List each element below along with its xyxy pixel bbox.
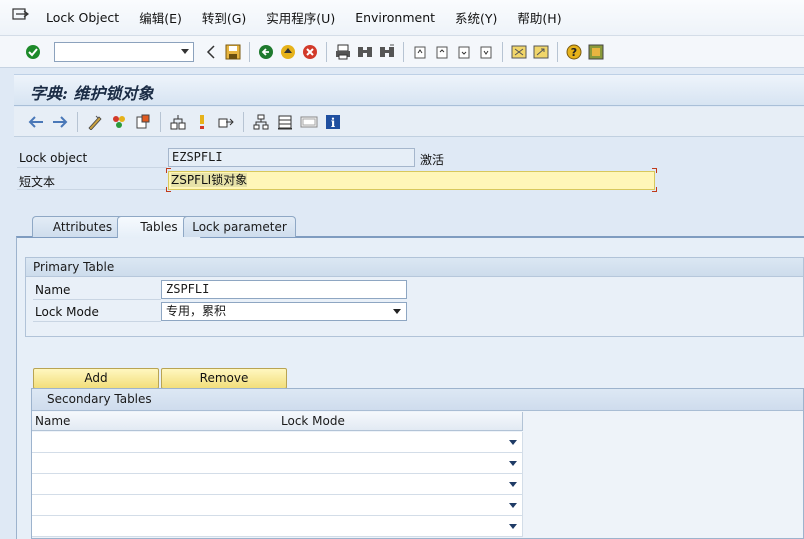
table-icon[interactable] bbox=[276, 113, 294, 131]
object-list-icon[interactable] bbox=[193, 113, 211, 131]
menu-utilities[interactable]: 实用程序(U) bbox=[260, 8, 341, 27]
next-object-icon[interactable] bbox=[51, 113, 69, 131]
toolbar-separator bbox=[557, 41, 558, 62]
field-focus-corner bbox=[166, 168, 171, 173]
menu-environment[interactable]: Environment bbox=[349, 10, 441, 25]
table-cell-lock-mode[interactable] bbox=[278, 516, 523, 537]
system-menu-icon[interactable] bbox=[12, 7, 34, 23]
save-icon[interactable] bbox=[224, 43, 242, 61]
command-field[interactable] bbox=[54, 41, 194, 62]
chevron-down-icon[interactable] bbox=[509, 524, 517, 529]
menu-help[interactable]: 帮助(H) bbox=[511, 8, 567, 27]
previous-object-icon[interactable] bbox=[27, 113, 45, 131]
application-toolbar: i bbox=[14, 107, 804, 137]
table-cell-lock-mode[interactable] bbox=[278, 474, 523, 495]
lock-object-field[interactable]: EZSPFLI bbox=[168, 148, 415, 167]
chevron-down-icon[interactable] bbox=[509, 482, 517, 487]
menu-lock-object[interactable]: Lock Object bbox=[40, 10, 125, 25]
row-divider bbox=[17, 167, 167, 168]
table-cell-lock-mode[interactable] bbox=[278, 453, 523, 474]
check-icon[interactable] bbox=[110, 113, 128, 131]
toolbar-separator bbox=[243, 111, 244, 132]
menu-bar: Lock Object 编辑(E) 转到(G) 实用程序(U) Environm… bbox=[0, 0, 804, 36]
menu-goto[interactable]: 转到(G) bbox=[196, 8, 252, 27]
toolbar-separator bbox=[77, 111, 78, 132]
shortcut-icon[interactable] bbox=[532, 43, 550, 61]
table-title: Secondary Tables bbox=[32, 389, 803, 411]
table-cell-name[interactable] bbox=[32, 474, 279, 495]
navigation-icon[interactable] bbox=[217, 113, 235, 131]
field-focus-corner bbox=[652, 187, 657, 192]
short-text-label: 短文本 bbox=[19, 175, 56, 189]
toolbar-separator bbox=[249, 41, 250, 62]
row-divider bbox=[33, 321, 161, 322]
chevron-down-icon[interactable] bbox=[393, 309, 401, 314]
field-focus-corner bbox=[652, 168, 657, 173]
first-page-icon[interactable] bbox=[411, 43, 429, 61]
status-text: 激活 bbox=[420, 153, 445, 167]
lock-mode-label: Lock Mode bbox=[35, 305, 99, 319]
chevron-down-icon[interactable] bbox=[509, 440, 517, 445]
toolbar-separator bbox=[326, 41, 327, 62]
cancel-icon[interactable] bbox=[301, 43, 319, 61]
activate-icon[interactable] bbox=[134, 113, 152, 131]
primary-table-name-field[interactable]: ZSPFLI bbox=[161, 280, 407, 299]
hierarchy-icon[interactable] bbox=[252, 113, 270, 131]
next-page-icon[interactable] bbox=[455, 43, 473, 61]
svg-text:?: ? bbox=[571, 46, 577, 59]
column-header-lock-mode[interactable]: Lock Mode bbox=[278, 412, 523, 431]
print-icon[interactable] bbox=[334, 43, 352, 61]
new-session-icon[interactable] bbox=[510, 43, 528, 61]
page-title: 字典: 维护锁对象 bbox=[30, 84, 154, 103]
find-icon[interactable] bbox=[356, 43, 374, 61]
add-button[interactable]: Add bbox=[33, 368, 159, 389]
frame-icon[interactable] bbox=[300, 113, 318, 131]
short-text-field[interactable]: ZSPFLI锁对象 bbox=[168, 171, 655, 190]
short-text-value: ZSPFLI锁对象 bbox=[171, 173, 248, 187]
tab-lock-parameter[interactable]: Lock parameter bbox=[183, 216, 296, 237]
display-change-icon[interactable] bbox=[86, 113, 104, 131]
toolbar-separator bbox=[403, 41, 404, 62]
column-header-name[interactable]: Name bbox=[32, 412, 279, 431]
chevron-down-icon[interactable] bbox=[509, 461, 517, 466]
menu-edit[interactable]: 编辑(E) bbox=[133, 8, 188, 27]
row-divider bbox=[17, 189, 167, 190]
svg-text:i: i bbox=[331, 116, 336, 130]
table-cell-name[interactable] bbox=[32, 432, 279, 453]
command-dropdown-icon[interactable] bbox=[181, 48, 189, 54]
exit-icon[interactable] bbox=[279, 43, 297, 61]
lock-object-label: Lock object bbox=[19, 151, 88, 165]
chevron-down-icon[interactable] bbox=[509, 503, 517, 508]
where-used-icon[interactable] bbox=[169, 113, 187, 131]
primary-table-group: Primary Table bbox=[25, 257, 804, 337]
group-title: Primary Table bbox=[26, 258, 803, 277]
customize-icon[interactable] bbox=[587, 43, 605, 61]
table-cell-lock-mode[interactable] bbox=[278, 495, 523, 516]
help-icon[interactable]: ? bbox=[565, 43, 583, 61]
last-page-icon[interactable] bbox=[477, 43, 495, 61]
toolbar-separator bbox=[160, 111, 161, 132]
back-icon[interactable] bbox=[202, 43, 220, 61]
row-divider bbox=[33, 299, 161, 300]
lock-mode-select[interactable]: 专用，累积 bbox=[161, 302, 407, 321]
info-icon[interactable]: i bbox=[324, 113, 342, 131]
remove-button[interactable]: Remove bbox=[161, 368, 287, 389]
table-cell-lock-mode[interactable] bbox=[278, 432, 523, 453]
menu-system[interactable]: 系统(Y) bbox=[449, 8, 503, 27]
table-cell-name[interactable] bbox=[32, 453, 279, 474]
title-bar: 字典: 维护锁对象 bbox=[14, 74, 804, 106]
field-focus-corner bbox=[166, 187, 171, 192]
enter-icon[interactable] bbox=[24, 43, 42, 61]
standard-toolbar: ? bbox=[0, 36, 804, 68]
find-next-icon[interactable] bbox=[378, 43, 396, 61]
name-label: Name bbox=[35, 283, 71, 297]
back-green-icon[interactable] bbox=[257, 43, 275, 61]
lock-mode-value: 专用，累积 bbox=[166, 304, 227, 318]
secondary-tables-table: Secondary Tables Name Lock Mode bbox=[31, 388, 804, 539]
toolbar-separator bbox=[502, 41, 503, 62]
table-cell-name[interactable] bbox=[32, 495, 279, 516]
prev-page-icon[interactable] bbox=[433, 43, 451, 61]
table-cell-name[interactable] bbox=[32, 516, 279, 537]
